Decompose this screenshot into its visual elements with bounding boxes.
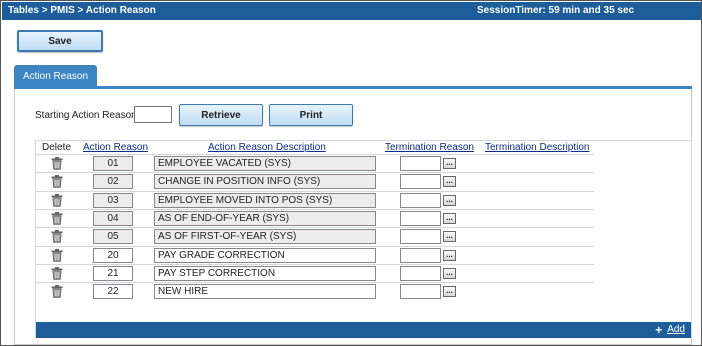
action-reason-grid: Delete Action Reason Action Reason Descr… xyxy=(35,140,692,338)
table-row: 20 PAY GRADE CORRECTION... xyxy=(36,245,594,264)
column-header-action-reason-description[interactable]: Action Reason Description xyxy=(208,142,326,153)
starting-action-reason-label: Starting Action Reason: xyxy=(35,110,140,121)
action-reason-description: EMPLOYEE VACATED (SYS) xyxy=(154,156,376,171)
termination-reason-input[interactable] xyxy=(400,284,441,300)
trash-icon[interactable] xyxy=(51,285,63,298)
termination-reason-input[interactable] xyxy=(400,174,441,190)
grid-footer: + Add xyxy=(36,322,691,338)
column-header-termination-description[interactable]: Termination Description xyxy=(485,142,590,153)
termination-lookup-button[interactable]: ... xyxy=(443,231,456,243)
action-reason-description: EMPLOYEE MOVED INTO POS (SYS) xyxy=(154,192,376,208)
add-label: Add xyxy=(667,324,685,335)
action-reason-code: 05 xyxy=(93,229,133,245)
action-reason-code: 01 xyxy=(93,156,133,171)
table-row: 05 AS OF FIRST-OF-YEAR (SYS)... xyxy=(36,227,594,245)
column-header-termination-reason[interactable]: Termination Reason xyxy=(385,142,474,153)
termination-lookup-button[interactable]: ... xyxy=(443,267,456,279)
trash-icon[interactable] xyxy=(51,193,63,207)
action-reason-description: CHANGE IN POSITION INFO (SYS) xyxy=(154,174,376,190)
print-button[interactable]: Print xyxy=(269,104,353,126)
table-row: 01 EMPLOYEE VACATED (SYS)... xyxy=(36,154,594,172)
action-reason-description: AS OF END-OF-YEAR (SYS) xyxy=(154,210,376,226)
action-reason-code[interactable]: 22 xyxy=(93,284,133,300)
title-bar: Tables > PMIS > Action Reason SessionTim… xyxy=(2,2,701,20)
table-row: 22 NEW HIRE... xyxy=(36,282,594,300)
add-row-link[interactable]: + Add xyxy=(655,322,685,337)
action-reason-code[interactable]: 21 xyxy=(93,265,133,281)
table-row: 04 AS OF END-OF-YEAR (SYS)... xyxy=(36,208,594,227)
breadcrumb: Tables > PMIS > Action Reason xyxy=(8,5,156,16)
trash-icon[interactable] xyxy=(51,211,63,225)
action-reason-code[interactable]: 20 xyxy=(93,247,133,263)
termination-lookup-button[interactable]: ... xyxy=(443,158,456,169)
retrieve-button[interactable]: Retrieve xyxy=(179,104,263,126)
trash-icon[interactable] xyxy=(51,266,63,280)
plus-icon: + xyxy=(655,322,663,337)
trash-icon[interactable] xyxy=(51,157,63,170)
table-row: 02 CHANGE IN POSITION INFO (SYS)... xyxy=(36,172,594,190)
column-header-action-reason[interactable]: Action Reason xyxy=(83,142,148,153)
termination-reason-input[interactable] xyxy=(400,265,441,281)
action-reason-description[interactable]: NEW HIRE xyxy=(154,284,376,300)
table-row: 21 PAY STEP CORRECTION... xyxy=(36,263,594,282)
save-button[interactable]: Save xyxy=(17,30,103,52)
action-reason-code: 04 xyxy=(93,210,133,226)
trash-icon[interactable] xyxy=(51,230,63,243)
termination-reason-input[interactable] xyxy=(400,156,441,171)
session-timer: SessionTimer: 59 min and 35 sec xyxy=(477,5,635,16)
starting-action-reason-input[interactable] xyxy=(134,106,172,123)
action-reason-description[interactable]: PAY GRADE CORRECTION xyxy=(154,247,376,263)
termination-reason-input[interactable] xyxy=(400,229,441,245)
termination-reason-input[interactable] xyxy=(400,210,441,226)
termination-lookup-button[interactable]: ... xyxy=(443,212,456,224)
action-reason-description[interactable]: PAY STEP CORRECTION xyxy=(154,265,376,281)
column-header-delete: Delete xyxy=(42,142,71,153)
tab-action-reason[interactable]: Action Reason xyxy=(14,65,97,87)
action-reason-description: AS OF FIRST-OF-YEAR (SYS) xyxy=(154,229,376,245)
table-row: 03 EMPLOYEE MOVED INTO POS (SYS)... xyxy=(36,190,594,209)
grid-header: Delete Action Reason Action Reason Descr… xyxy=(36,141,594,154)
termination-reason-input[interactable] xyxy=(400,192,441,208)
trash-icon[interactable] xyxy=(51,248,63,262)
action-reason-code: 02 xyxy=(93,174,133,190)
termination-lookup-button[interactable]: ... xyxy=(443,286,456,298)
termination-lookup-button[interactable]: ... xyxy=(443,249,456,261)
termination-reason-input[interactable] xyxy=(400,247,441,263)
app-window: Tables > PMIS > Action Reason SessionTim… xyxy=(0,0,702,346)
action-reason-code: 03 xyxy=(93,192,133,208)
trash-icon[interactable] xyxy=(51,175,63,189)
termination-lookup-button[interactable]: ... xyxy=(443,176,456,188)
termination-lookup-button[interactable]: ... xyxy=(443,194,456,206)
